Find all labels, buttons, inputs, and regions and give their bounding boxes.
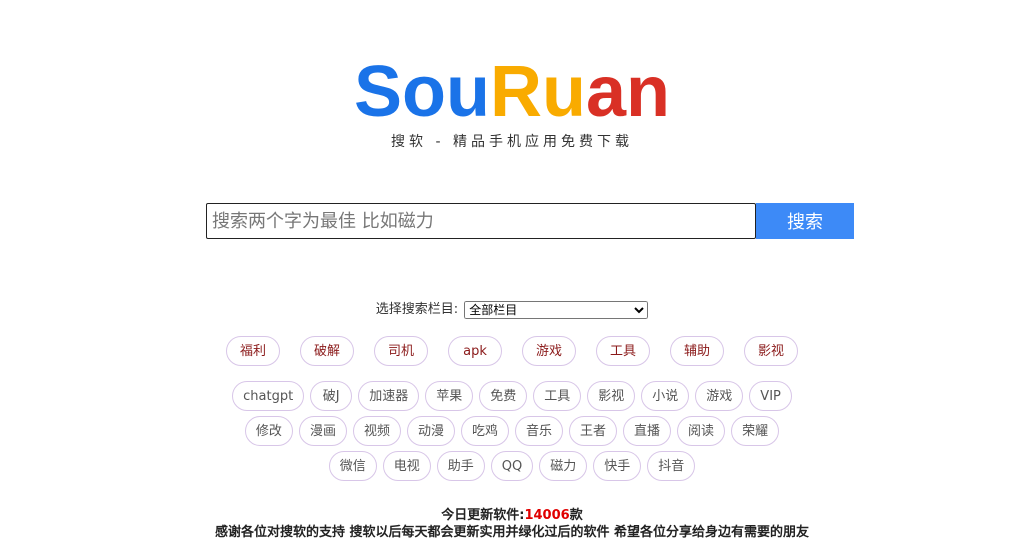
tag-link[interactable]: 王者 — [569, 416, 618, 446]
tag-link[interactable]: 苹果 — [425, 381, 474, 411]
tag-link[interactable]: 动漫 — [406, 416, 455, 446]
tag-link[interactable]: 电视 — [382, 451, 431, 481]
search-input[interactable] — [206, 203, 756, 239]
tag-link[interactable]: 工具 — [596, 336, 650, 366]
site-tagline: 搜软 - 精品手机应用免费下载 — [391, 134, 633, 150]
search-bar: 搜索 — [206, 203, 854, 239]
tag-link[interactable]: QQ — [490, 451, 534, 481]
tag-link[interactable]: chatgpt — [232, 381, 305, 411]
logo-part-ru: Ru — [489, 52, 586, 132]
tag-link[interactable]: 助手 — [436, 451, 485, 481]
tag-link[interactable]: 影视 — [744, 336, 798, 366]
category-label: 选择搜索栏目: — [375, 302, 459, 317]
secondary-tag-row-2: 修改 漫画 视频 动漫 吃鸡 音乐 王者 直播 阅读 荣耀 — [0, 416, 1024, 446]
tag-link[interactable]: 阅读 — [677, 416, 726, 446]
tag-link[interactable]: 吃鸡 — [460, 416, 509, 446]
tag-link[interactable]: 破J — [310, 381, 353, 411]
tag-link[interactable]: 磁力 — [539, 451, 588, 481]
page: SouRuan 搜软 - 精品手机应用免费下载 搜索 选择搜索栏目: 全部栏目 … — [0, 0, 1024, 545]
tag-link[interactable]: 福利 — [226, 336, 280, 366]
secondary-tag-row-1: chatgpt 破J 加速器 苹果 免费 工具 影视 小说 游戏 VIP — [0, 381, 1024, 411]
tag-link[interactable]: 快手 — [593, 451, 642, 481]
tag-link[interactable]: VIP — [749, 381, 792, 411]
tag-link[interactable]: apk — [448, 336, 502, 366]
tag-link[interactable]: 视频 — [352, 416, 401, 446]
secondary-tag-row-3: 微信 电视 助手 QQ 磁力 快手 抖音 — [0, 451, 1024, 481]
tag-link[interactable]: 工具 — [533, 381, 582, 411]
search-button[interactable]: 搜索 — [756, 203, 854, 239]
tag-link[interactable]: 抖音 — [647, 451, 696, 481]
tag-link[interactable]: 荣耀 — [731, 416, 780, 446]
tag-link[interactable]: 直播 — [623, 416, 672, 446]
thanks-message: 感谢各位对搜软的支持 搜软以后每天都会更新实用并绿化过后的软件 希望各位分享给身… — [214, 525, 810, 540]
tag-link[interactable]: 修改 — [244, 416, 293, 446]
tag-link[interactable]: 游戏 — [522, 336, 576, 366]
tag-link[interactable]: 游戏 — [695, 381, 744, 411]
tag-link[interactable]: 漫画 — [298, 416, 347, 446]
tag-link[interactable]: 小说 — [641, 381, 690, 411]
tag-link[interactable]: 免费 — [479, 381, 528, 411]
tag-link[interactable]: 司机 — [374, 336, 428, 366]
primary-tag-list: 福利 破解 司机 apk 游戏 工具 辅助 影视 — [0, 336, 1024, 366]
logo-part-sou: Sou — [354, 52, 490, 132]
tag-link[interactable]: 微信 — [328, 451, 377, 481]
category-selector: 选择搜索栏目: 全部栏目 — [0, 298, 1024, 319]
tag-link[interactable]: 音乐 — [515, 416, 564, 446]
logo-part-an: an — [585, 52, 670, 132]
tag-link[interactable]: 影视 — [587, 381, 636, 411]
tag-link[interactable]: 加速器 — [358, 381, 420, 411]
site-logo[interactable]: SouRuan — [0, 52, 1024, 132]
tag-link[interactable]: 破解 — [300, 336, 354, 366]
tag-link[interactable]: 辅助 — [670, 336, 724, 366]
category-select[interactable]: 全部栏目 — [464, 300, 649, 319]
